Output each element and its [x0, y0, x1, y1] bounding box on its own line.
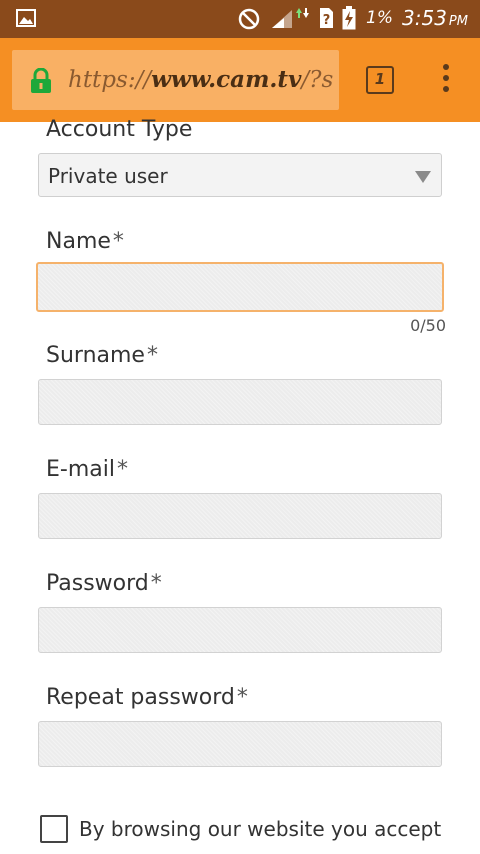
battery-charging-icon — [342, 6, 356, 30]
account-type-select[interactable]: Private user — [38, 153, 442, 197]
repeat-password-input[interactable] — [38, 721, 442, 767]
clock: 3:53 PM — [402, 6, 468, 30]
required-marker: * — [150, 571, 162, 596]
account-type-label: Account Type — [46, 117, 193, 142]
name-char-counter: 0/50 — [410, 316, 446, 335]
name-label: Name* — [46, 229, 124, 254]
url-text: https://www.cam.tv/?s — [68, 66, 333, 93]
consent-checkbox[interactable] — [40, 815, 68, 843]
tab-switcher-button[interactable]: 1 — [366, 66, 394, 94]
repeat-password-label: Repeat password* — [46, 685, 248, 710]
overflow-menu-icon[interactable] — [436, 64, 456, 96]
password-input[interactable] — [38, 607, 442, 653]
required-marker: * — [112, 229, 124, 254]
gallery-notification-icon — [16, 9, 36, 27]
name-input[interactable] — [36, 262, 444, 312]
surname-label: Surname* — [46, 343, 158, 368]
email-label: E-mail* — [46, 457, 128, 482]
no-sim-icon: ? — [320, 8, 333, 28]
clock-ampm: PM — [448, 14, 468, 29]
password-label: Password* — [46, 571, 162, 596]
url-path: /?s — [301, 67, 334, 93]
required-marker: * — [236, 685, 248, 710]
surname-input[interactable] — [38, 379, 442, 425]
url-host: www.cam.tv — [151, 66, 302, 93]
account-type-value: Private user — [48, 164, 168, 188]
address-bar[interactable]: https://www.cam.tv/?s — [12, 50, 339, 110]
email-input[interactable] — [38, 493, 442, 539]
battery-percentage: 1% — [366, 8, 393, 28]
repeat-password-label-text: Repeat password — [46, 685, 235, 710]
url-scheme: https:// — [68, 67, 152, 93]
required-marker: * — [116, 457, 128, 482]
email-label-text: E-mail — [46, 457, 115, 482]
clock-time: 3:53 — [402, 6, 447, 30]
required-marker: * — [146, 343, 158, 368]
browser-toolbar: https://www.cam.tv/?s 1 — [0, 38, 480, 122]
surname-label-text: Surname — [46, 343, 145, 368]
password-label-text: Password — [46, 571, 149, 596]
svg-text:?: ? — [323, 13, 331, 28]
do-not-disturb-icon — [238, 8, 260, 30]
signal-strength-icon — [272, 8, 309, 28]
consent-text: By browsing our website you accept — [79, 817, 442, 841]
dropdown-arrow-icon — [415, 171, 431, 183]
name-label-text: Name — [46, 229, 111, 254]
status-bar: ? 1% 3:53 PM — [0, 0, 480, 38]
lock-icon — [31, 68, 51, 93]
